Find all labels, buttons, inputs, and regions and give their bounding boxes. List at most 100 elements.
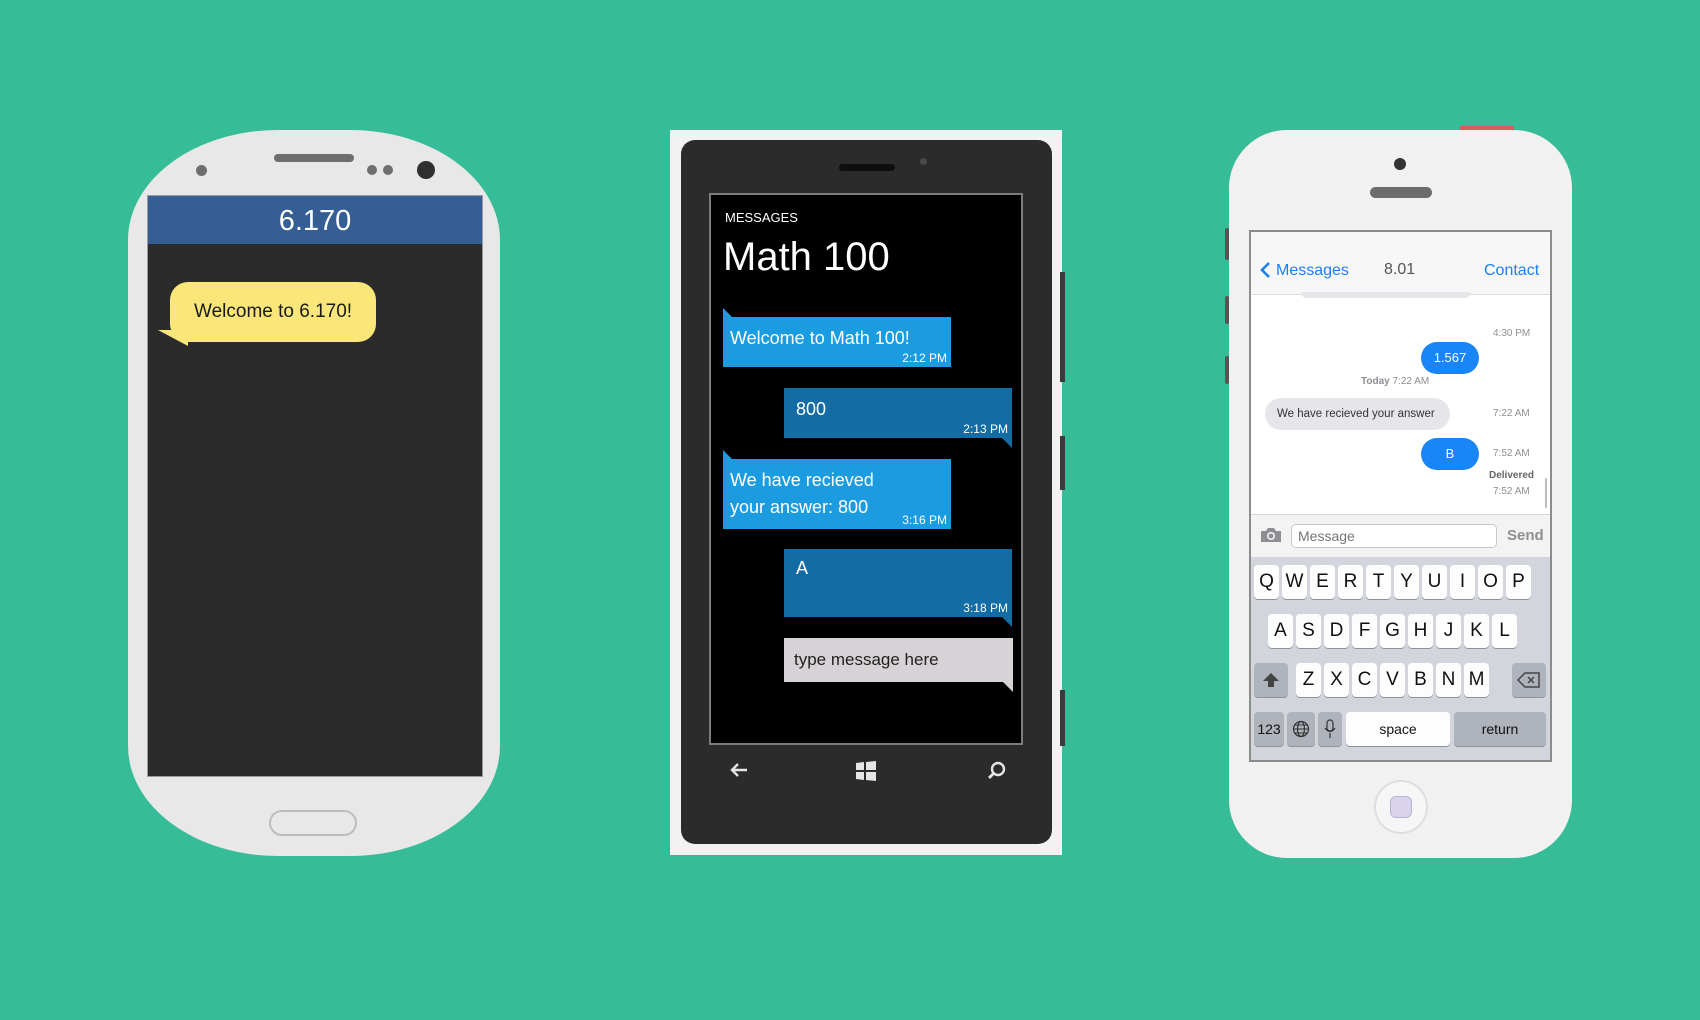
sensor-dot — [367, 165, 377, 175]
key-i[interactable]: I — [1450, 565, 1475, 599]
globe-key[interactable] — [1287, 712, 1315, 746]
received-bubble: We have recieved your answer — [1265, 398, 1450, 430]
windows-phone: MESSAGES Math 100 Welcome to Math 100! 2… — [681, 140, 1052, 844]
key-v[interactable]: V — [1380, 663, 1405, 697]
key-b[interactable]: B — [1408, 663, 1433, 697]
timestamp: 4:30 PM — [1493, 328, 1531, 339]
message-text: 800 — [796, 399, 827, 419]
back-button[interactable]: Messages — [1276, 262, 1349, 280]
send-button[interactable]: Send — [1507, 527, 1544, 544]
key-o[interactable]: O — [1478, 565, 1503, 599]
key-d[interactable]: D — [1324, 614, 1349, 648]
key-n[interactable]: N — [1436, 663, 1461, 697]
message-text: A — [796, 558, 809, 578]
space-key[interactable]: space — [1346, 712, 1450, 746]
key-a[interactable]: A — [1268, 614, 1293, 648]
sensor-dot — [383, 165, 393, 175]
sensor-dot — [196, 165, 207, 176]
volume-button[interactable] — [1060, 272, 1065, 382]
microphone-key[interactable] — [1318, 712, 1342, 746]
earpiece-speaker — [1370, 187, 1432, 198]
key-h[interactable]: H — [1408, 614, 1433, 648]
message-time: 3:18 PM — [963, 601, 1008, 615]
chevron-left-icon — [1259, 261, 1271, 279]
key-c[interactable]: C — [1352, 663, 1377, 697]
shift-icon — [1263, 673, 1279, 687]
keyboard: Q W E R T Y U I O P A S D F G H J K L Z … — [1251, 557, 1550, 760]
bubble-tail — [1002, 617, 1012, 627]
shift-key[interactable] — [1254, 663, 1288, 697]
key-e[interactable]: E — [1310, 565, 1335, 599]
key-w[interactable]: W — [1282, 565, 1307, 599]
back-arrow-icon[interactable] — [727, 760, 751, 780]
microphone-icon — [1324, 719, 1336, 738]
key-k[interactable]: K — [1464, 614, 1489, 648]
key-f[interactable]: F — [1352, 614, 1377, 648]
key-z[interactable]: Z — [1296, 663, 1321, 697]
key-q[interactable]: Q — [1254, 565, 1279, 599]
conversation-title: Math 100 — [723, 235, 890, 279]
app-label: MESSAGES — [725, 210, 798, 225]
home-button[interactable] — [269, 810, 357, 836]
key-p[interactable]: P — [1506, 565, 1531, 599]
globe-icon — [1292, 720, 1310, 738]
message-time: 2:13 PM — [963, 422, 1008, 436]
iphone: Messages 8.01 Contact 4:30 PM 1.567 Toda… — [1229, 130, 1572, 858]
return-key[interactable]: return — [1454, 712, 1546, 746]
camera-button[interactable] — [1060, 690, 1065, 746]
message-input[interactable] — [1291, 524, 1497, 548]
front-camera — [920, 158, 927, 165]
message-bubble: We have recieved your answer: 800 3:16 P… — [723, 459, 951, 529]
sent-bubble: B — [1421, 438, 1479, 470]
android-phone: 6.170 Welcome to 6.170! — [128, 130, 500, 856]
home-square-icon — [1390, 796, 1412, 818]
conversation-title: 6.170 — [148, 196, 482, 244]
navigation-bar: Messages 8.01 Contact — [1251, 232, 1550, 295]
message-text: We have recieved your answer: 800 — [730, 470, 874, 517]
earpiece-speaker — [839, 164, 895, 171]
key-x[interactable]: X — [1324, 663, 1349, 697]
day-label: Today — [1361, 376, 1390, 387]
message-bubble: Welcome to 6.170! — [170, 282, 377, 342]
front-camera — [417, 161, 435, 179]
bubble-tail — [1003, 682, 1013, 692]
message-bubble: 800 2:13 PM — [784, 388, 1012, 438]
key-s[interactable]: S — [1296, 614, 1321, 648]
delivered-status: Delivered — [1489, 470, 1535, 481]
key-u[interactable]: U — [1422, 565, 1447, 599]
message-time: 3:16 PM — [902, 513, 947, 527]
iphone-screen: Messages 8.01 Contact 4:30 PM 1.567 Toda… — [1249, 230, 1552, 762]
camera-icon[interactable] — [1259, 526, 1283, 544]
android-screen: 6.170 Welcome to 6.170! — [147, 195, 483, 777]
key-l[interactable]: L — [1492, 614, 1517, 648]
windows-logo-icon[interactable] — [854, 760, 878, 782]
day-time: 7:22 AM — [1392, 376, 1430, 387]
scrollbar[interactable] — [1545, 478, 1547, 508]
contact-button[interactable]: Contact — [1484, 262, 1539, 280]
compose-input[interactable]: type message here — [784, 638, 1013, 682]
message-bubble: Welcome to Math 100! 2:12 PM — [723, 317, 951, 367]
compose-bar: Send — [1251, 514, 1550, 558]
message-text: Welcome to Math 100! — [730, 328, 910, 348]
power-button[interactable] — [1060, 436, 1065, 490]
message-time: 2:12 PM — [902, 351, 947, 365]
key-y[interactable]: Y — [1394, 565, 1419, 599]
delete-key[interactable] — [1512, 663, 1546, 697]
delete-icon — [1516, 672, 1540, 688]
key-m[interactable]: M — [1464, 663, 1489, 697]
earpiece-speaker — [274, 154, 354, 162]
key-t[interactable]: T — [1366, 565, 1391, 599]
windows-screen: MESSAGES Math 100 Welcome to Math 100! 2… — [709, 193, 1023, 745]
key-r[interactable]: R — [1338, 565, 1363, 599]
conversation-title: 8.01 — [1384, 261, 1416, 278]
timestamp: 7:52 AM — [1493, 448, 1530, 459]
message-bubble: A 3:18 PM — [784, 549, 1012, 617]
key-j[interactable]: J — [1436, 614, 1461, 648]
key-g[interactable]: G — [1380, 614, 1405, 648]
front-camera — [1394, 158, 1406, 170]
numbers-key[interactable]: 123 — [1254, 712, 1284, 746]
timestamp: 7:22 AM — [1493, 408, 1530, 419]
search-icon[interactable] — [986, 760, 1008, 782]
previous-bubble-edge — [1301, 292, 1471, 298]
day-separator: Today 7:22 AM — [1361, 376, 1429, 387]
